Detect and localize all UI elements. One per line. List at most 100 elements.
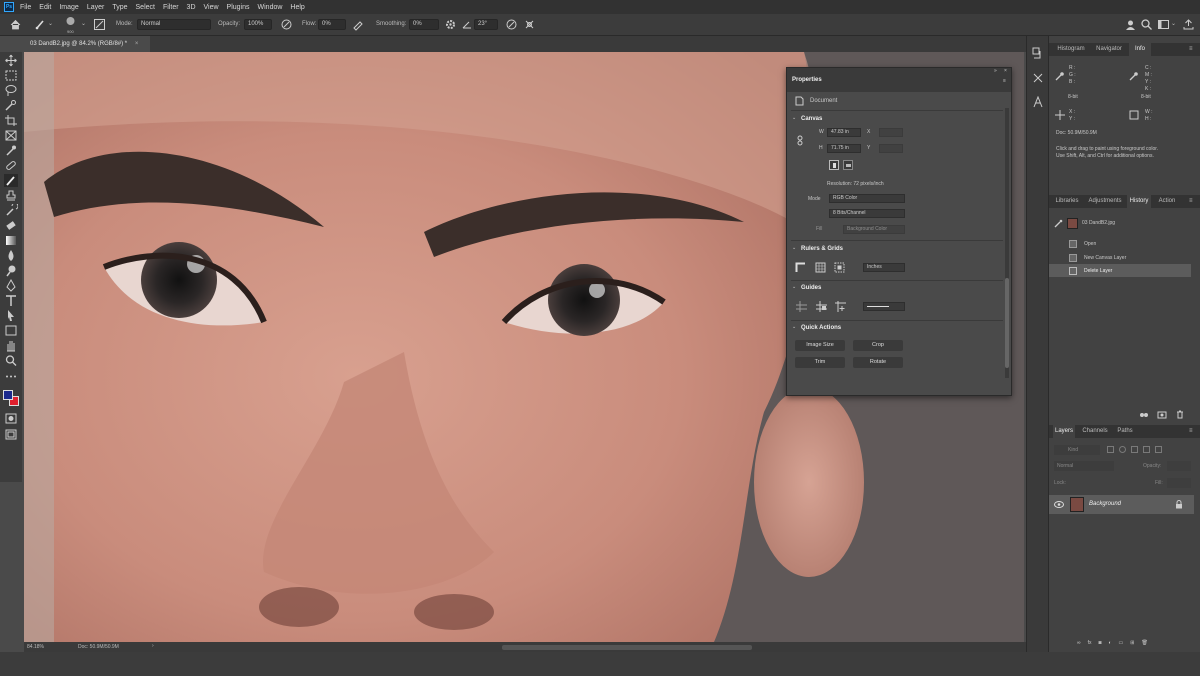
screen-mode-icon[interactable] [4,428,18,441]
link-dimensions-icon[interactable] [797,135,803,146]
quick-actions-collapse-icon[interactable]: ⌄ [792,324,796,330]
workspace-chevron-icon[interactable]: ⌄ [1171,20,1176,27]
learn-icon[interactable] [1032,47,1044,59]
dodge-tool-icon[interactable] [4,264,18,277]
layer-filter-kind-select[interactable]: Kind [1054,445,1100,455]
tab-action[interactable]: Action [1155,195,1179,208]
pen-tool-icon[interactable] [4,279,18,292]
menu-layer[interactable]: Layer [87,4,105,11]
rulers-toggle-icon[interactable] [795,262,806,273]
zoom-tool-icon[interactable] [4,354,18,367]
blur-tool-icon[interactable] [4,249,18,262]
layer-row-background[interactable]: Background [1049,495,1194,514]
menu-view[interactable]: View [204,4,219,11]
panel-menu-icon[interactable]: ≡ [1003,78,1006,84]
opacity-field[interactable]: 100% [244,19,272,30]
guides-collapse-icon[interactable]: ⌄ [792,284,796,290]
history-item[interactable]: Open [1049,237,1191,250]
tab-channels[interactable]: Channels [1079,425,1111,438]
smoothing-field[interactable]: 0% [409,19,439,30]
trim-button[interactable]: Trim [795,357,845,368]
pixel-grid-toggle-icon[interactable] [834,262,845,273]
healing-brush-tool-icon[interactable] [4,159,18,172]
hand-tool-icon[interactable] [4,339,18,352]
lasso-tool-icon[interactable] [4,84,18,97]
show-guides-icon[interactable] [796,301,807,312]
menu-type[interactable]: Type [112,4,127,11]
tab-histogram[interactable]: Histogram [1053,43,1089,56]
quick-mask-icon[interactable] [4,412,18,425]
menu-help[interactable]: Help [290,4,304,11]
rulers-collapse-icon[interactable]: ⌄ [792,245,796,251]
panel-menu-icon[interactable]: ≡ [1189,425,1193,438]
delete-layer-icon[interactable]: 🗑 [1141,640,1147,650]
horizontal-scrollbar[interactable] [502,645,752,650]
delete-state-icon[interactable] [1175,410,1185,419]
crop-button[interactable]: Crop [853,340,903,351]
new-group-icon[interactable]: ▭ [1119,640,1124,650]
adjustment-layer-icon[interactable]: ◐ [1109,640,1112,650]
tab-history[interactable]: History [1127,195,1151,208]
layer-lock-icon[interactable] [1175,500,1183,509]
link-layers-icon[interactable]: ∞ [1077,640,1081,650]
tab-layers[interactable]: Layers [1053,425,1075,438]
history-brush-tool-icon[interactable] [4,204,18,217]
layer-visibility-eye-icon[interactable] [1054,501,1064,508]
quick-select-tool-icon[interactable] [4,99,18,112]
grid-toggle-icon[interactable] [815,262,826,273]
color-mode-select[interactable]: RGB Color [829,194,905,203]
pressure-size-icon[interactable] [505,18,518,31]
ruler-units-select[interactable]: Inches [863,263,905,272]
color-swatches[interactable] [3,390,20,407]
brush-chevron-icon[interactable]: ⌄ [81,20,86,27]
menu-image[interactable]: Image [59,4,78,11]
menu-plugins[interactable]: Plugins [227,4,250,11]
airbrush-icon[interactable] [352,18,365,31]
mode-select[interactable]: Normal [137,19,211,30]
brush-tool-icon[interactable] [34,18,47,31]
history-brush-source-icon[interactable] [1054,219,1063,228]
eyedropper-tool-icon[interactable] [4,144,18,157]
frame-tool-icon[interactable] [4,129,18,142]
tab-paths[interactable]: Paths [1113,425,1137,438]
move-tool-icon[interactable] [4,54,18,67]
foreground-color-swatch[interactable] [3,390,13,400]
properties-scrollbar[interactable] [1005,108,1009,378]
type-tool-icon[interactable] [4,294,18,307]
panel-menu-icon[interactable]: ≡ [1189,195,1193,208]
crop-tool-icon[interactable] [4,114,18,127]
document-tab[interactable]: 03 DandB2.jpg @ 84.2% (RGB/8#) * × [24,36,150,52]
add-mask-icon[interactable]: ◙ [1098,640,1101,650]
new-guide-icon[interactable] [835,301,846,312]
menu-filter[interactable]: Filter [163,4,179,11]
close-tab-icon[interactable]: × [135,41,139,47]
lock-guides-icon[interactable] [816,301,827,312]
flow-field[interactable]: 0% [318,19,346,30]
y-field[interactable] [879,144,903,153]
rotate-button[interactable]: Rotate [853,357,903,368]
guide-color-select[interactable] [863,302,905,311]
character-icon[interactable] [1032,96,1044,108]
clone-stamp-tool-icon[interactable] [4,189,18,202]
tab-libraries[interactable]: Libraries [1053,195,1081,208]
width-field[interactable]: 47.83 in [827,128,861,137]
fill-select[interactable]: Background Color [843,225,905,234]
workspace-icon[interactable] [1157,18,1170,31]
blend-mode-select[interactable]: Normal [1054,461,1114,471]
search-icon[interactable] [1140,18,1153,31]
history-item-selected[interactable]: Delete Layer [1049,264,1191,277]
tool-preset-chevron-icon[interactable]: ⌄ [48,20,53,27]
tools-icon[interactable] [1032,72,1044,84]
tab-navigator[interactable]: Navigator [1092,43,1126,56]
zoom-readout[interactable]: 84.18% [27,644,44,650]
marquee-tool-icon[interactable] [4,69,18,82]
menu-file[interactable]: File [20,4,31,11]
panel-close-icon[interactable]: × [1004,68,1007,74]
portrait-orientation-icon[interactable] [829,160,839,170]
share-upload-icon[interactable] [1182,18,1195,31]
image-size-button[interactable]: Image Size [795,340,845,351]
share-icon[interactable] [1124,18,1137,31]
history-item[interactable]: New Canvas Layer [1049,251,1191,264]
bit-depth-select[interactable]: 8 Bits/Channel [829,209,905,218]
layer-style-icon[interactable]: fx [1088,640,1092,650]
